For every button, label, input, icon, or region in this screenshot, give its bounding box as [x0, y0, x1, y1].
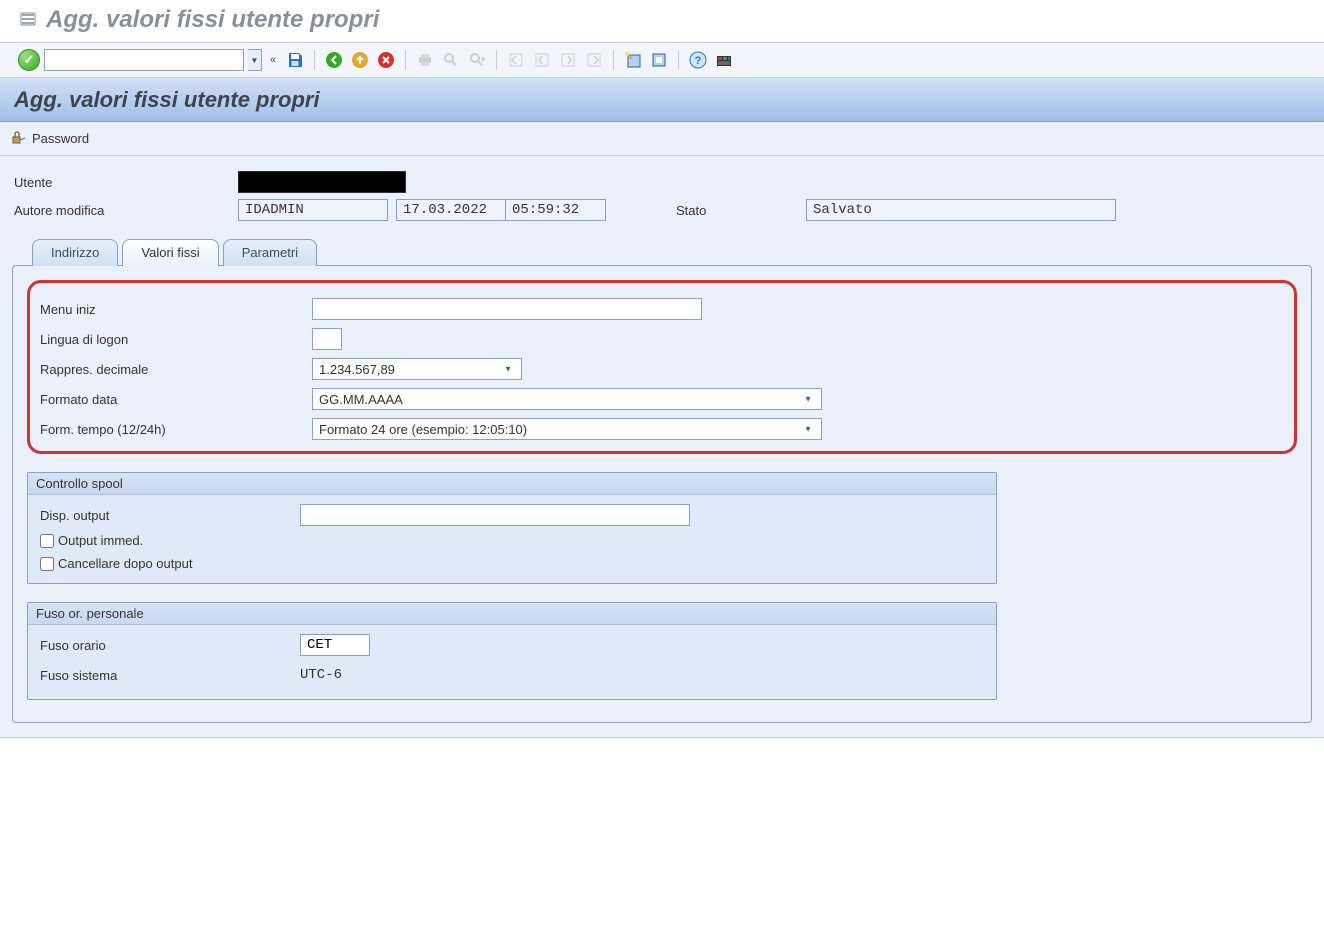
chevron-down-icon: ▼: [798, 425, 818, 434]
highlighted-defaults-group: Menu iniz Lingua di logon Rappres. decim…: [27, 280, 1297, 454]
tab-indirizzo[interactable]: Indirizzo: [32, 239, 118, 266]
command-dropdown-icon[interactable]: ▼: [248, 49, 262, 71]
fuso-sistema-value: UTC-6: [300, 667, 342, 683]
cancel-red-icon[interactable]: [375, 49, 397, 71]
stato-value: Salvato: [806, 199, 1116, 221]
formato-data-label: Formato data: [40, 392, 312, 407]
ok-status-icon[interactable]: [18, 49, 40, 71]
rappres-decimale-select[interactable]: 1.234.567,89 ▼: [312, 358, 522, 380]
rappres-decimale-label: Rappres. decimale: [40, 362, 312, 377]
form-tempo-value: Formato 24 ore (esempio: 12:05:10): [313, 422, 533, 437]
last-page-icon: [583, 49, 605, 71]
form-tempo-select[interactable]: Formato 24 ore (esempio: 12:05:10) ▼: [312, 418, 822, 440]
password-icon: [10, 128, 28, 149]
page-title: Agg. valori fissi utente propri: [0, 78, 1324, 122]
formato-data-value: GG.MM.AAAA: [313, 392, 409, 407]
stato-label: Stato: [676, 203, 806, 218]
timezone-groupbox: Fuso or. personale Fuso orario Fuso sist…: [27, 602, 997, 700]
menu-icon[interactable]: [20, 6, 36, 34]
form-tempo-label: Form. tempo (12/24h): [40, 422, 312, 437]
timezone-group-title: Fuso or. personale: [28, 603, 996, 625]
find-icon: [440, 49, 462, 71]
window-title-bar: Agg. valori fissi utente propri: [0, 0, 1324, 43]
svg-text:?: ?: [695, 55, 702, 67]
utente-field[interactable]: [238, 171, 406, 193]
fuso-orario-input[interactable]: [300, 634, 370, 656]
main-toolbar: ▼ « ?: [0, 43, 1324, 78]
lingua-logon-label: Lingua di logon: [40, 332, 312, 347]
fuso-orario-label: Fuso orario: [40, 638, 300, 653]
menu-iniz-label: Menu iniz: [40, 302, 312, 317]
first-page-icon: [505, 49, 527, 71]
window-title: Agg. valori fissi utente propri: [46, 6, 379, 34]
cancellare-dopo-label: Cancellare dopo output: [58, 556, 192, 571]
rappres-decimale-value: 1.234.567,89: [313, 362, 401, 377]
output-immed-label: Output immed.: [58, 533, 143, 548]
next-page-icon: [557, 49, 579, 71]
spool-groupbox: Controllo spool Disp. output Output imme…: [27, 472, 997, 584]
fuso-sistema-label: Fuso sistema: [40, 668, 300, 683]
find-next-icon: [466, 49, 488, 71]
autore-modifica-date: 17.03.2022: [396, 199, 506, 221]
tab-valori-fissi[interactable]: Valori fissi: [122, 239, 218, 267]
chevron-down-icon: ▼: [498, 365, 518, 374]
print-icon: [414, 49, 436, 71]
chevron-down-icon: ▼: [798, 395, 818, 404]
tab-body: Menu iniz Lingua di logon Rappres. decim…: [12, 265, 1312, 723]
cancellare-dopo-checkbox[interactable]: [40, 557, 54, 571]
password-button[interactable]: Password: [32, 131, 89, 146]
back-green-icon[interactable]: [323, 49, 345, 71]
menu-iniz-input[interactable]: [312, 298, 702, 320]
save-icon[interactable]: [284, 49, 306, 71]
tab-parametri[interactable]: Parametri: [223, 239, 317, 266]
utente-label: Utente: [10, 175, 238, 190]
spool-group-title: Controllo spool: [28, 473, 996, 495]
create-shortcut-icon[interactable]: [648, 49, 670, 71]
lingua-logon-input[interactable]: [312, 328, 342, 350]
disp-output-input[interactable]: [300, 504, 690, 526]
help-icon[interactable]: ?: [687, 49, 709, 71]
layout-icon[interactable]: [713, 49, 735, 71]
command-input[interactable]: [44, 49, 244, 71]
autore-modifica-label: Autore modifica: [10, 203, 238, 218]
disp-output-label: Disp. output: [40, 508, 300, 523]
back-angle-icon[interactable]: «: [266, 49, 280, 71]
formato-data-select[interactable]: GG.MM.AAAA ▼: [312, 388, 822, 410]
sub-toolbar: Password: [0, 122, 1324, 156]
exit-orange-icon[interactable]: [349, 49, 371, 71]
content-area: Utente Autore modifica IDADMIN 17.03.202…: [0, 156, 1324, 738]
prev-page-icon: [531, 49, 553, 71]
autore-modifica-value: IDADMIN: [238, 199, 388, 221]
new-session-icon[interactable]: [622, 49, 644, 71]
output-immed-checkbox[interactable]: [40, 534, 54, 548]
autore-modifica-time: 05:59:32: [506, 199, 606, 221]
